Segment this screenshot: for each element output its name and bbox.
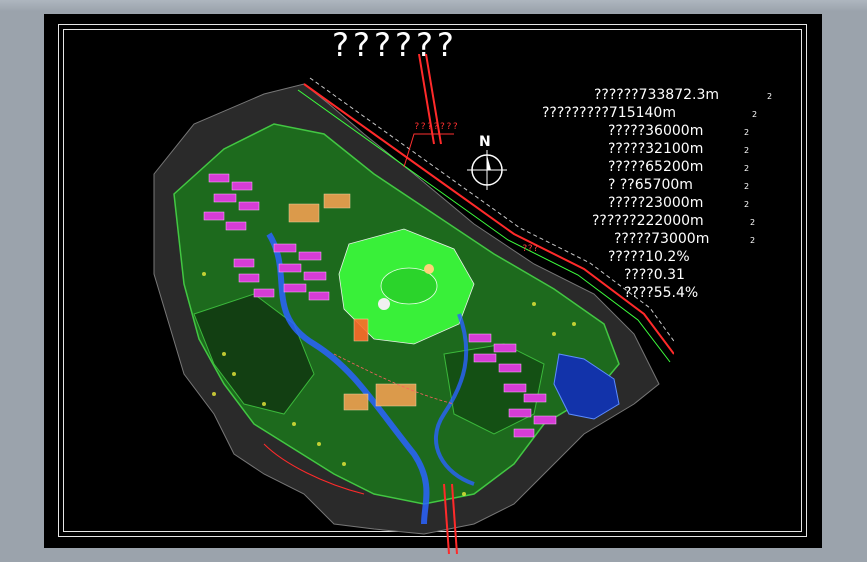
site-master-plan bbox=[153, 54, 674, 554]
stat-superscript: 2 bbox=[744, 164, 750, 173]
road-callout: ??????? bbox=[414, 122, 459, 132]
stat-line: ?????10.2% bbox=[608, 249, 690, 265]
compass-icon bbox=[467, 150, 507, 190]
stat-superscript: 2 bbox=[744, 182, 750, 191]
stat-line: ????55.4% bbox=[624, 285, 699, 301]
stat-line: ?????36000m bbox=[608, 123, 704, 139]
stat-superscript: 2 bbox=[750, 218, 756, 227]
cad-drawing-canvas[interactable]: ?????? ??????? ??? N ??????733872.3m 2 ?… bbox=[44, 14, 822, 554]
stat-superscript: 2 bbox=[744, 200, 750, 209]
stat-superscript: 2 bbox=[750, 236, 756, 245]
stat-line: ????0.31 bbox=[624, 267, 685, 283]
window-top-strip bbox=[0, 0, 867, 12]
stat-line: ? ??65700m bbox=[608, 177, 693, 193]
road-callout-2: ??? bbox=[522, 244, 539, 254]
stat-line: ?????????715140m bbox=[542, 105, 676, 121]
callout-leader-line bbox=[403, 133, 454, 168]
stat-superscript: 2 bbox=[752, 110, 758, 119]
stat-superscript: 2 bbox=[767, 92, 773, 101]
stat-line: ?????73000m bbox=[614, 231, 710, 247]
stat-line: ?????65200m bbox=[608, 159, 704, 175]
stat-line: ?????23000m bbox=[608, 195, 704, 211]
north-arrow: N bbox=[465, 134, 509, 204]
stat-superscript: 2 bbox=[744, 146, 750, 155]
stat-line: ??????733872.3m bbox=[594, 87, 720, 103]
stat-superscript: 2 bbox=[744, 128, 750, 137]
stat-line: ??????222000m bbox=[592, 213, 704, 229]
stat-line: ?????32100m bbox=[608, 141, 704, 157]
